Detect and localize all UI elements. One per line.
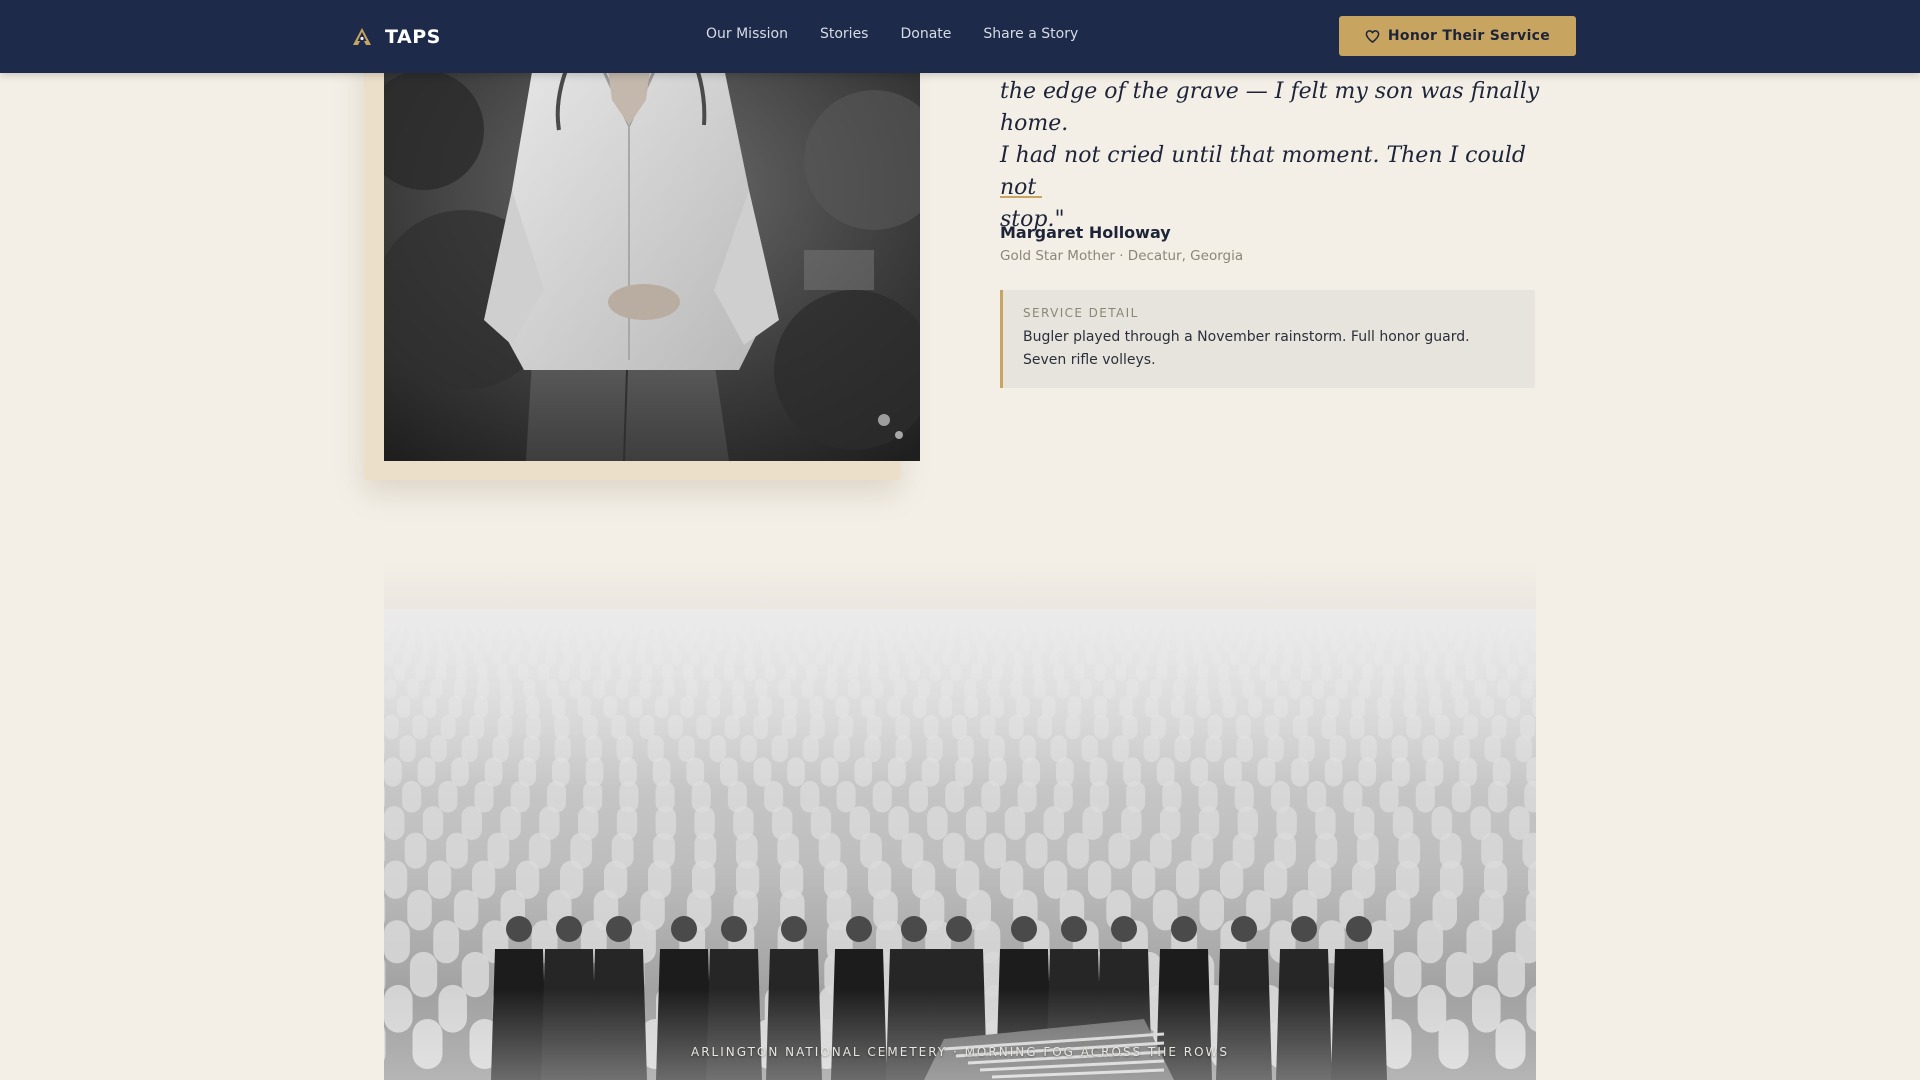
top-navigation: TAPS Our Mission Stories Donate Share a … bbox=[0, 0, 1920, 73]
service-detail-label: SERVICE DETAIL bbox=[1023, 306, 1139, 320]
quote-divider bbox=[1000, 196, 1042, 198]
author-name: Margaret Holloway bbox=[1000, 223, 1171, 242]
brand-wordmark: TAPS bbox=[385, 26, 441, 48]
quote-line: the edge of the grave — I felt my son wa… bbox=[1000, 79, 1540, 136]
cemetery-photo-fade bbox=[384, 560, 1536, 610]
portrait-photo bbox=[384, 40, 920, 461]
service-detail-text: Bugler played through a November rainsto… bbox=[1023, 329, 1470, 368]
nav-link-share-a-story[interactable]: Share a Story bbox=[983, 26, 1078, 42]
cta-label: Honor Their Service bbox=[1387, 28, 1551, 44]
cemetery-photo bbox=[384, 609, 1536, 1080]
heart-icon bbox=[1365, 29, 1380, 43]
taps-logo-icon bbox=[353, 28, 371, 45]
author-meta: Gold Star Mother · Decatur, Georgia bbox=[1000, 248, 1244, 264]
cemetery-caption: ARLINGTON NATIONAL CEMETERY · MORNING FO… bbox=[690, 1045, 1230, 1059]
nav-link-stories[interactable]: Stories bbox=[820, 26, 869, 42]
brand-home-link[interactable]: TAPS bbox=[351, 22, 441, 52]
service-detail-card: SERVICE DETAIL Bugler played through a N… bbox=[1000, 290, 1535, 388]
nav-link-our-mission[interactable]: Our Mission bbox=[706, 26, 788, 42]
quote-line: I had not cried until that moment. Then … bbox=[1000, 143, 1527, 200]
story-quote: the edge of the grave — I felt my son wa… bbox=[1000, 76, 1540, 236]
honor-their-service-button[interactable]: Honor Their Service bbox=[1339, 16, 1576, 56]
nav-links: Our Mission Stories Donate Share a Story bbox=[706, 26, 1078, 42]
nav-link-donate[interactable]: Donate bbox=[900, 26, 951, 42]
